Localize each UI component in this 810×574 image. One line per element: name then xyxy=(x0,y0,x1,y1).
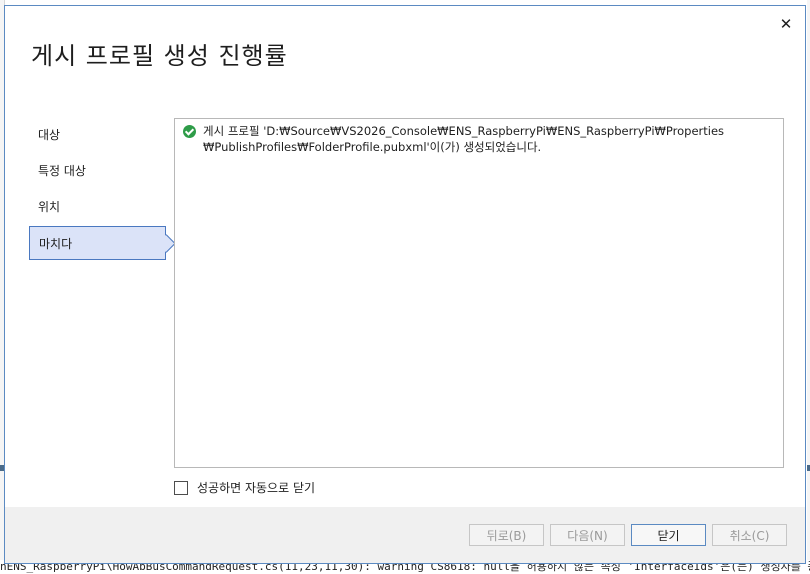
publish-profile-dialog: ✕ 게시 프로필 생성 진행률 대상 특정 대상 위치 마치다 게시 프로필 '… xyxy=(4,5,806,564)
nav-item-location[interactable]: 위치 xyxy=(29,190,169,224)
log-message: 게시 프로필 'D:₩Source₩VS2026_Console₩ENS_Ras… xyxy=(203,124,725,154)
autoclose-checkbox[interactable] xyxy=(174,480,188,495)
success-check-icon xyxy=(183,125,196,138)
back-button[interactable]: 뒤로(B) xyxy=(469,524,544,546)
close-button[interactable]: 닫기 xyxy=(631,524,706,546)
log-entry: 게시 프로필 'D:₩Source₩VS2026_Console₩ENS_Ras… xyxy=(183,123,775,155)
dialog-title: 게시 프로필 생성 진행률 xyxy=(31,42,288,70)
progress-log: 게시 프로필 'D:₩Source₩VS2026_Console₩ENS_Ras… xyxy=(174,118,784,468)
nav-item-finish[interactable]: 마치다 xyxy=(29,226,166,260)
close-icon[interactable]: ✕ xyxy=(777,15,795,33)
nav-item-specific-target[interactable]: 특정 대상 xyxy=(29,154,169,188)
autoclose-label: 성공하면 자동으로 닫기 xyxy=(197,481,316,495)
wizard-nav: 대상 특정 대상 위치 마치다 xyxy=(29,118,169,262)
next-button[interactable]: 다음(N) xyxy=(550,524,625,546)
dialog-footer: 뒤로(B) 다음(N) 닫기 취소(C) xyxy=(5,507,805,563)
cancel-button[interactable]: 취소(C) xyxy=(712,524,787,546)
autoclose-option[interactable]: 성공하면 자동으로 닫기 xyxy=(174,479,315,496)
nav-item-target[interactable]: 대상 xyxy=(29,118,169,152)
